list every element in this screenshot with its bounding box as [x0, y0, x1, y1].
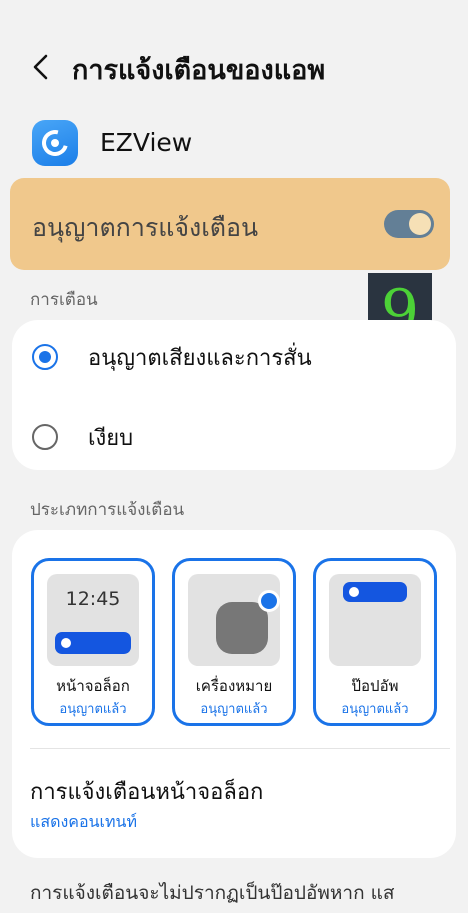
page-title: การแจ้งเตือนของแอพ	[72, 55, 326, 86]
alerts-section-label: การเตือน	[30, 290, 98, 310]
alert-option-label: เงียบ	[88, 426, 134, 451]
notification-types-card: 12:45 หน้าจอล็อก อนุญาตแล้ว เครื่องหมาย …	[12, 530, 456, 858]
type-status: อนุญาตแล้ว	[59, 702, 127, 717]
app-notifications-screen: การแจ้งเตือนของแอพ EZView อนุญาตการแจ้งเ…	[0, 0, 468, 913]
badge-dot-icon	[258, 590, 280, 612]
type-name: หน้าจอล็อก	[56, 677, 130, 695]
radio-selected-icon[interactable]	[32, 344, 58, 370]
popup-preview	[329, 574, 421, 666]
allow-notifications-label: อนุญาตการแจ้งเตือน	[32, 213, 259, 242]
alert-option-silent[interactable]: เงียบ	[12, 402, 456, 472]
alert-option-label: อนุญาตเสียงและการสั่น	[88, 346, 312, 371]
lockscreen-notifications-title[interactable]: การแจ้งเตือนหน้าจอล็อก	[30, 774, 263, 809]
app-name: EZView	[100, 128, 193, 157]
divider	[30, 748, 450, 749]
type-name: เครื่องหมาย	[195, 677, 273, 695]
popup-info-note: การแจ้งเตือนจะไม่ปรากฏเป็นป๊อปอัพหาก แส	[30, 882, 395, 904]
allow-notifications-toggle[interactable]	[384, 210, 434, 238]
back-arrow-icon[interactable]	[28, 52, 54, 82]
type-lockscreen[interactable]: 12:45 หน้าจอล็อก อนุญาตแล้ว	[31, 558, 155, 726]
badge-preview	[188, 574, 280, 666]
lockscreen-notifications-value[interactable]: แสดงคอนเทนท์	[30, 810, 137, 835]
alert-option-sound-vibrate[interactable]: อนุญาตเสียงและการสั่น	[12, 322, 456, 392]
allow-notifications-row[interactable]: อนุญาตการแจ้งเตือน	[10, 178, 450, 270]
ezview-app-icon	[32, 120, 78, 166]
type-name: ป๊อปอัพ	[351, 677, 399, 695]
app-square-icon	[216, 602, 268, 654]
lockscreen-preview: 12:45	[47, 574, 139, 666]
top-app-bar: การแจ้งเตือนของแอพ	[0, 38, 468, 96]
notification-types-section-label: ประเภทการแจ้งเตือน	[30, 500, 185, 520]
alerts-card: อนุญาตเสียงและการสั่น เงียบ	[12, 320, 456, 470]
type-badge[interactable]: เครื่องหมาย อนุญาตแล้ว	[172, 558, 296, 726]
lockscreen-clock: 12:45	[65, 588, 121, 610]
toggle-knob	[409, 213, 431, 235]
lockscreen-notification-bar	[55, 632, 131, 654]
popup-notification-bar	[343, 582, 407, 602]
radio-unselected-icon[interactable]	[32, 424, 58, 450]
type-status: อนุญาตแล้ว	[200, 702, 268, 717]
type-popup[interactable]: ป๊อปอัพ อนุญาตแล้ว	[313, 558, 437, 726]
type-status: อนุญาตแล้ว	[341, 702, 409, 717]
app-info-row: EZView	[32, 116, 452, 172]
